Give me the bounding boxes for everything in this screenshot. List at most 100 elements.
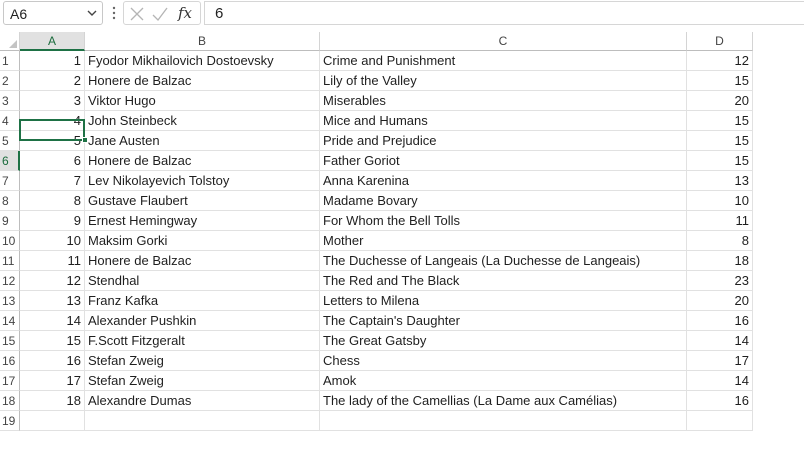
row-header-19[interactable]: 19 — [0, 411, 20, 431]
cell-a2[interactable]: 2 — [20, 71, 85, 91]
cell-a18[interactable]: 18 — [20, 391, 85, 411]
cell-d1[interactable]: 12 — [687, 51, 753, 71]
column-header-d[interactable]: D — [687, 32, 753, 51]
cell-a4[interactable]: 4 — [20, 111, 85, 131]
cell-b8[interactable]: Gustave Flaubert — [85, 191, 320, 211]
vertical-dots-icon[interactable] — [111, 5, 117, 21]
cell-b7[interactable]: Lev Nikolayevich Tolstoy — [85, 171, 320, 191]
row-header-16[interactable]: 16 — [0, 351, 20, 371]
row-header-10[interactable]: 10 — [0, 231, 20, 251]
fill-handle[interactable] — [82, 137, 88, 143]
cell-b18[interactable]: Alexandre Dumas — [85, 391, 320, 411]
cell-a17[interactable]: 17 — [20, 371, 85, 391]
fx-icon[interactable]: fx — [178, 4, 192, 22]
cell-c9[interactable]: For Whom the Bell Tolls — [320, 211, 687, 231]
cell-a5[interactable]: 5 — [20, 131, 85, 151]
cell-b13[interactable]: Franz Kafka — [85, 291, 320, 311]
cell-c15[interactable]: The Great Gatsby — [320, 331, 687, 351]
cell-b6[interactable]: Honere de Balzac — [85, 151, 320, 171]
row-header-15[interactable]: 15 — [0, 331, 20, 351]
row-header-5[interactable]: 5 — [0, 131, 20, 151]
cell-b19[interactable] — [85, 411, 320, 431]
row-header-18[interactable]: 18 — [0, 391, 20, 411]
cell-c8[interactable]: Madame Bovary — [320, 191, 687, 211]
cell-b15[interactable]: F.Scott Fitzgeralt — [85, 331, 320, 351]
cell-a14[interactable]: 14 — [20, 311, 85, 331]
cell-d10[interactable]: 8 — [687, 231, 753, 251]
cell-c7[interactable]: Anna Karenina — [320, 171, 687, 191]
chevron-down-icon[interactable] — [86, 7, 98, 19]
cell-c17[interactable]: Amok — [320, 371, 687, 391]
cell-a7[interactable]: 7 — [20, 171, 85, 191]
cell-b5[interactable]: Jane Austen — [85, 131, 320, 151]
column-header-a[interactable]: A — [20, 32, 85, 51]
row-header-4[interactable]: 4 — [0, 111, 20, 131]
cell-d15[interactable]: 14 — [687, 331, 753, 351]
name-box[interactable]: A6 — [3, 1, 103, 25]
cell-b12[interactable]: Stendhal — [85, 271, 320, 291]
select-all-corner[interactable] — [0, 32, 20, 51]
cell-c6[interactable]: Father Goriot — [320, 151, 687, 171]
cell-a1[interactable]: 1 — [20, 51, 85, 71]
cell-a6[interactable]: 6 — [20, 151, 85, 171]
cell-b10[interactable]: Maksim Gorki — [85, 231, 320, 251]
cell-b4[interactable]: John Steinbeck — [85, 111, 320, 131]
cell-b16[interactable]: Stefan Zweig — [85, 351, 320, 371]
cell-a9[interactable]: 9 — [20, 211, 85, 231]
cell-d14[interactable]: 16 — [687, 311, 753, 331]
cell-c13[interactable]: Letters to Milena — [320, 291, 687, 311]
row-header-6[interactable]: 6 — [0, 151, 20, 171]
cell-d7[interactable]: 13 — [687, 171, 753, 191]
cell-b1[interactable]: Fyodor Mikhailovich Dostoevsky — [85, 51, 320, 71]
row-header-14[interactable]: 14 — [0, 311, 20, 331]
cell-c11[interactable]: The Duchesse of Langeais (La Duchesse de… — [320, 251, 687, 271]
cell-c4[interactable]: Mice and Humans — [320, 111, 687, 131]
cell-c12[interactable]: The Red and The Black — [320, 271, 687, 291]
cell-d11[interactable]: 18 — [687, 251, 753, 271]
cell-a13[interactable]: 13 — [20, 291, 85, 311]
checkmark-icon[interactable] — [152, 6, 168, 22]
cell-d5[interactable]: 15 — [687, 131, 753, 151]
cell-a10[interactable]: 10 — [20, 231, 85, 251]
cancel-icon[interactable] — [129, 6, 145, 22]
cell-d13[interactable]: 20 — [687, 291, 753, 311]
cell-c3[interactable]: Miserables — [320, 91, 687, 111]
cell-c16[interactable]: Chess — [320, 351, 687, 371]
cell-d6[interactable]: 15 — [687, 151, 753, 171]
cell-c10[interactable]: Mother — [320, 231, 687, 251]
cell-c1[interactable]: Crime and Punishment — [320, 51, 687, 71]
cell-d17[interactable]: 14 — [687, 371, 753, 391]
cell-d12[interactable]: 23 — [687, 271, 753, 291]
cell-b14[interactable]: Alexander Pushkin — [85, 311, 320, 331]
row-header-1[interactable]: 1 — [0, 51, 20, 71]
cell-d8[interactable]: 10 — [687, 191, 753, 211]
cell-d19[interactable] — [687, 411, 753, 431]
row-header-17[interactable]: 17 — [0, 371, 20, 391]
row-header-11[interactable]: 11 — [0, 251, 20, 271]
cell-b9[interactable]: Ernest Hemingway — [85, 211, 320, 231]
cell-d3[interactable]: 20 — [687, 91, 753, 111]
row-header-8[interactable]: 8 — [0, 191, 20, 211]
cell-b2[interactable]: Honere de Balzac — [85, 71, 320, 91]
cell-d2[interactable]: 15 — [687, 71, 753, 91]
formula-input[interactable]: 6 — [204, 1, 804, 25]
cell-b3[interactable]: Viktor Hugo — [85, 91, 320, 111]
column-header-b[interactable]: B — [85, 32, 320, 51]
column-header-c[interactable]: C — [320, 32, 687, 51]
cell-a16[interactable]: 16 — [20, 351, 85, 371]
row-header-12[interactable]: 12 — [0, 271, 20, 291]
cell-c19[interactable] — [320, 411, 687, 431]
row-header-9[interactable]: 9 — [0, 211, 20, 231]
cell-a3[interactable]: 3 — [20, 91, 85, 111]
row-header-3[interactable]: 3 — [0, 91, 20, 111]
cell-a19[interactable] — [20, 411, 85, 431]
cell-b11[interactable]: Honere de Balzac — [85, 251, 320, 271]
cell-a8[interactable]: 8 — [20, 191, 85, 211]
cell-c5[interactable]: Pride and Prejudice — [320, 131, 687, 151]
cell-d18[interactable]: 16 — [687, 391, 753, 411]
cell-c14[interactable]: The Captain's Daughter — [320, 311, 687, 331]
cell-d16[interactable]: 17 — [687, 351, 753, 371]
cell-a12[interactable]: 12 — [20, 271, 85, 291]
cell-a15[interactable]: 15 — [20, 331, 85, 351]
cell-c18[interactable]: The lady of the Camellias (La Dame aux C… — [320, 391, 687, 411]
